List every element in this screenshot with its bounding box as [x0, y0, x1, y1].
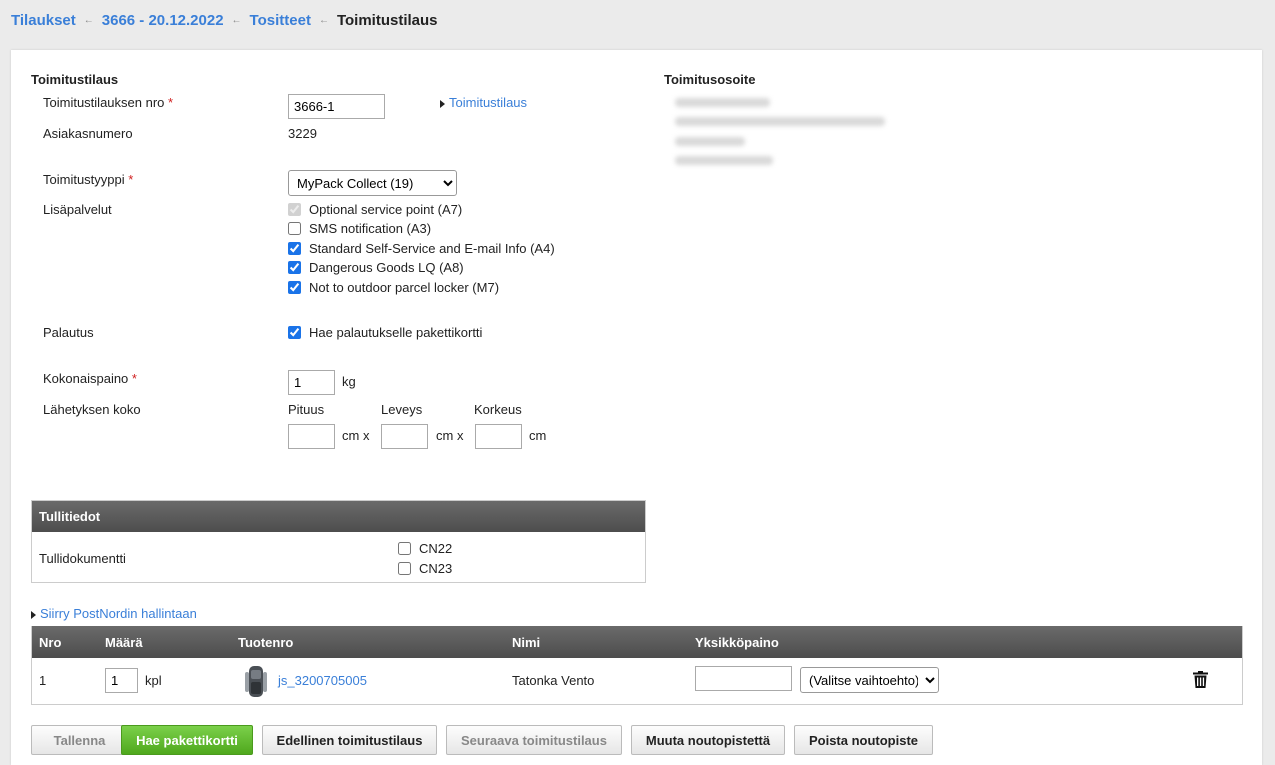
height-input[interactable]: [475, 424, 522, 449]
row-weight-unit-select[interactable]: (Valitse vaihtoehto): [800, 667, 939, 693]
col-name: Nimi: [512, 635, 541, 650]
save-button[interactable]: Tallenna: [31, 725, 128, 755]
row-qty-input[interactable]: [105, 668, 138, 693]
length-label: Pituus: [288, 402, 325, 417]
extra-service-item: Not to outdoor parcel locker (M7): [288, 280, 499, 295]
change-pickup-point-button[interactable]: Muuta noutopistettä: [631, 725, 785, 755]
height-label: Korkeus: [474, 402, 522, 417]
weight-input[interactable]: [288, 370, 335, 395]
row-product-link[interactable]: js_3200705005: [278, 673, 367, 688]
extra-service-item: SMS notification (A3): [288, 221, 431, 236]
col-nro: Nro: [39, 635, 62, 650]
size-label: Lähetyksen koko: [43, 402, 141, 417]
dangerous-goods-checkbox[interactable]: [288, 261, 301, 274]
width-input[interactable]: [381, 424, 428, 449]
extra-service-label: SMS notification (A3): [309, 221, 432, 236]
redacted-address-line: [675, 98, 770, 107]
next-order-button[interactable]: Seuraava toimitustilaus: [446, 725, 622, 755]
delivery-type-label: Toimitustyyppi *: [43, 172, 134, 187]
backpack-thumbnail-icon: [245, 666, 267, 697]
return-option: Hae palautukselle pakettikortti: [288, 325, 482, 340]
order-no-input[interactable]: [288, 94, 385, 119]
customs-option-label: CN23: [419, 561, 453, 576]
redacted-address-line: [675, 117, 885, 126]
customs-doc-label: Tullidokumentti: [39, 551, 126, 566]
row-qty-unit: kpl: [145, 673, 162, 688]
previous-order-button[interactable]: Edellinen toimitustilaus: [262, 725, 437, 755]
customs-option: CN23: [398, 561, 452, 576]
extra-service-item: Dangerous Goods LQ (A8): [288, 260, 464, 275]
delivery-type-select[interactable]: MyPack Collect (19): [288, 170, 457, 196]
trash-icon[interactable]: [1193, 671, 1208, 688]
customs-box: Tullitiedot Tullidokumentti CN22 CN23: [31, 500, 646, 583]
order-no-label: Toimitustilauksen nro *: [43, 95, 174, 110]
breadcrumb-separator-icon: ←: [231, 15, 242, 26]
height-unit: cm: [529, 428, 547, 443]
extra-service-label: Optional service point (A7): [309, 202, 463, 217]
col-qty: Määrä: [105, 635, 143, 650]
order-link[interactable]: Toimitustilaus: [440, 95, 527, 110]
table-header: Nro Määrä Tuotenro Nimi Yksikköpaino: [32, 626, 1242, 658]
width-label: Leveys: [381, 402, 423, 417]
get-parcel-card-button[interactable]: Hae pakettikortti: [121, 725, 253, 755]
triangle-right-icon: [440, 99, 445, 108]
customs-option: CN22: [398, 541, 452, 556]
items-table: Nro Määrä Tuotenro Nimi Yksikköpaino 1 k…: [31, 626, 1243, 705]
row-unit-weight-input[interactable]: [695, 666, 792, 691]
no-outdoor-locker-checkbox[interactable]: [288, 281, 301, 294]
optional-service-point-checkbox[interactable]: [288, 203, 301, 216]
breadcrumb-orders[interactable]: Tilaukset: [11, 12, 76, 29]
extra-service-label: Not to outdoor parcel locker (M7): [309, 280, 500, 295]
self-service-email-checkbox[interactable]: [288, 242, 301, 255]
section-title: Toimitustilaus: [31, 72, 119, 87]
extra-service-item: Standard Self-Service and E-mail Info (A…: [288, 241, 555, 256]
breadcrumb-separator-icon: ←: [83, 15, 94, 26]
width-unit: cm x: [436, 428, 464, 443]
breadcrumb: Tilaukset ← 3666 - 20.12.2022 ← Tosittee…: [11, 12, 438, 29]
weight-unit: kg: [342, 374, 356, 389]
triangle-right-icon: [31, 610, 36, 619]
col-unit-weight: Yksikköpaino: [695, 635, 779, 650]
postnord-link[interactable]: Siirry PostNordin hallintaan: [31, 606, 197, 621]
breadcrumb-separator-icon: ←: [318, 15, 329, 26]
breadcrumb-order[interactable]: 3666 - 20.12.2022: [102, 12, 224, 29]
breadcrumb-current: Toimitustilaus: [336, 12, 438, 29]
extra-service-label: Standard Self-Service and E-mail Info (A…: [309, 241, 555, 256]
delete-pickup-point-button[interactable]: Poista noutopiste: [794, 725, 933, 755]
return-option-label: Hae palautukselle pakettikortti: [309, 325, 483, 340]
return-card-checkbox[interactable]: [288, 326, 301, 339]
length-input[interactable]: [288, 424, 335, 449]
extra-service-item: Optional service point (A7): [288, 202, 462, 217]
col-product-no: Tuotenro: [238, 635, 294, 650]
customs-option-label: CN22: [419, 541, 453, 556]
length-unit: cm x: [342, 428, 370, 443]
customer-no-label: Asiakasnumero: [43, 126, 133, 141]
extra-services-label: Lisäpalvelut: [43, 202, 112, 217]
return-label: Palautus: [43, 325, 94, 340]
sms-notification-checkbox[interactable]: [288, 222, 301, 235]
row-name: Tatonka Vento: [512, 673, 595, 688]
redacted-address-line: [675, 137, 745, 146]
cn22-checkbox[interactable]: [398, 542, 411, 555]
extra-service-label: Dangerous Goods LQ (A8): [309, 260, 464, 275]
weight-label: Kokonaispaino *: [43, 371, 137, 386]
breadcrumb-documents[interactable]: Tositteet: [250, 12, 311, 29]
redacted-address-line: [675, 156, 773, 165]
address-title: Toimitusosoite: [664, 72, 756, 87]
cn23-checkbox[interactable]: [398, 562, 411, 575]
main-panel: Toimitustilaus Toimitustilauksen nro * T…: [11, 50, 1262, 765]
customs-title: Tullitiedot: [32, 501, 645, 532]
row-nro: 1: [39, 673, 47, 688]
customer-no-value: 3229: [288, 126, 317, 141]
